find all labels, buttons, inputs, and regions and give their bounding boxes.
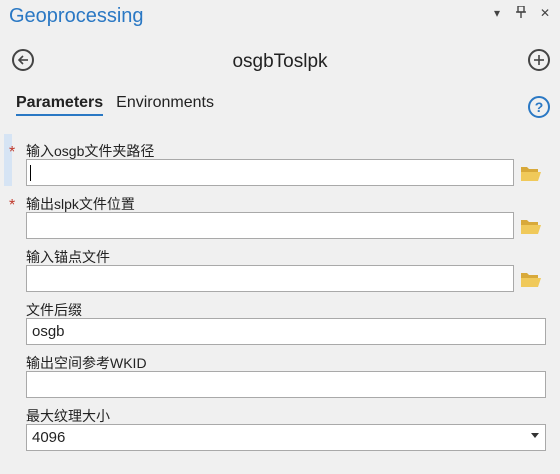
browse-folder-icon[interactable] — [520, 216, 542, 236]
param-label: 最大纹理大小 — [26, 408, 110, 424]
pin-icon[interactable] — [514, 5, 528, 21]
plus-circle-icon[interactable] — [528, 49, 550, 71]
tab-environments[interactable]: Environments — [116, 94, 214, 116]
param-label: 输入osgb文件夹路径 — [26, 143, 155, 159]
tool-name: osgbToslpk — [232, 51, 328, 72]
tool-toolbar: osgbToslpk — [0, 44, 560, 78]
browse-folder-icon[interactable] — [520, 163, 542, 183]
param-label: 文件后缀 — [26, 302, 82, 318]
required-marker: * — [9, 144, 16, 161]
param-label: 输出空间参考WKID — [26, 355, 147, 371]
max-texture-value: 4096 — [32, 429, 66, 446]
max-texture-select[interactable]: 4096 — [26, 424, 546, 451]
pane-header: Geoprocessing ▾ ✕ — [0, 0, 560, 32]
file-suffix-field[interactable]: osgb — [26, 318, 546, 345]
anchor-file-field[interactable] — [26, 265, 514, 292]
text-caret — [30, 165, 31, 182]
help-icon[interactable]: ? — [528, 96, 550, 118]
pane-controls: ▾ ✕ — [490, 5, 552, 21]
dropdown-arrow-icon[interactable] — [531, 433, 539, 438]
browse-folder-icon[interactable] — [520, 269, 542, 289]
required-marker: * — [9, 197, 16, 214]
pane-title: Geoprocessing — [9, 5, 144, 27]
param-label: 输入锚点文件 — [26, 249, 110, 265]
param-label: 输出slpk文件位置 — [26, 196, 135, 212]
input-osgb-folder-field[interactable] — [26, 159, 514, 186]
output-slpk-field[interactable] — [26, 212, 514, 239]
close-icon[interactable]: ✕ — [538, 6, 552, 21]
tab-strip: Parameters Environments — [16, 94, 214, 116]
pane-menu-icon[interactable]: ▾ — [490, 6, 504, 21]
wkid-field[interactable] — [26, 371, 546, 398]
tab-parameters[interactable]: Parameters — [16, 94, 104, 116]
